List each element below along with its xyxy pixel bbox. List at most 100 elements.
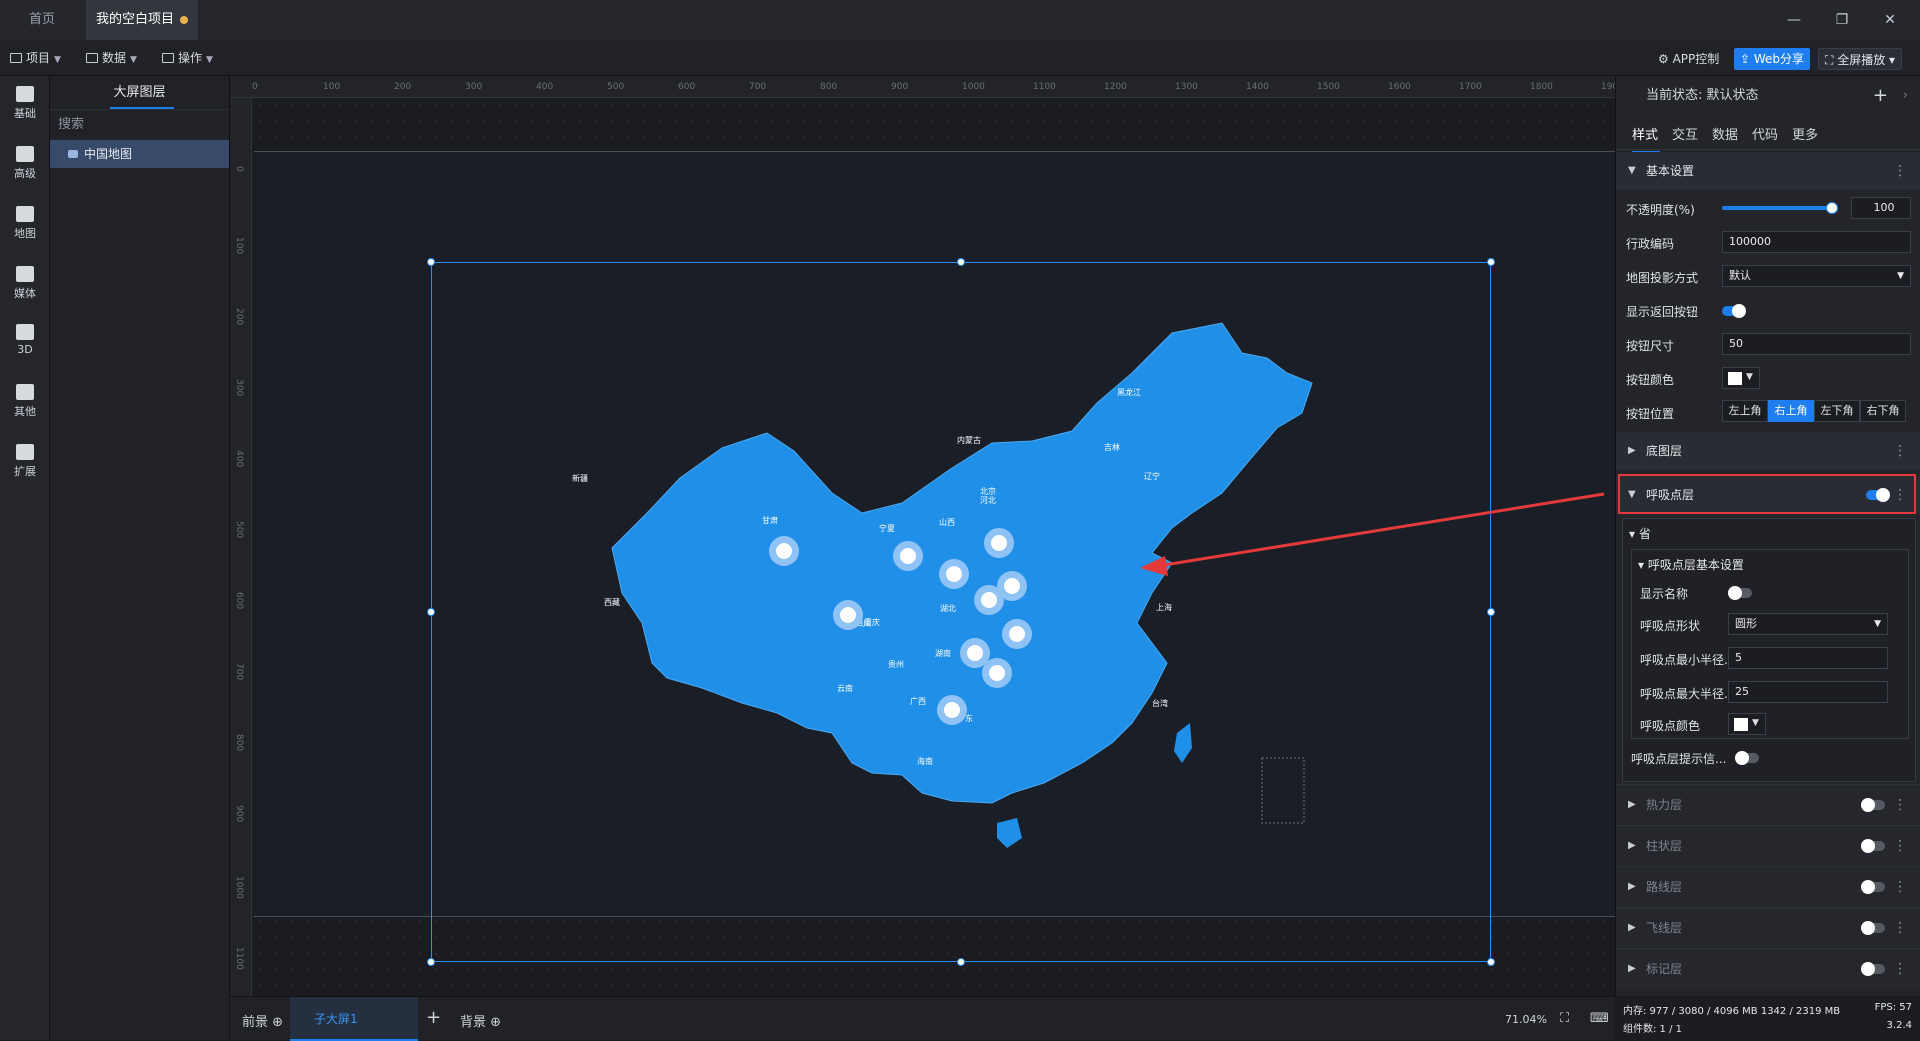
pos-top-right[interactable]: 右上角: [1768, 400, 1814, 422]
layer-toggle[interactable]: [1861, 798, 1885, 812]
min-radius-input[interactable]: 5: [1728, 647, 1888, 669]
layer-section[interactable]: ▶ 飞线层 ⋮: [1616, 907, 1920, 947]
tab-more[interactable]: 更多: [1792, 124, 1818, 143]
pos-top-left[interactable]: 左上角: [1722, 400, 1768, 422]
pos-bottom-right[interactable]: 右下角: [1860, 400, 1906, 422]
layer-toggle[interactable]: [1861, 880, 1885, 894]
nav-media[interactable]: 媒体: [0, 266, 50, 301]
tab-interaction[interactable]: 交互: [1672, 124, 1698, 143]
layer-section[interactable]: ▶ 柱状层 ⋮: [1616, 825, 1920, 865]
tab-code[interactable]: 代码: [1752, 124, 1778, 143]
menu-ops[interactable]: 操作 ▼: [162, 48, 213, 68]
more-icon[interactable]: ⋮: [1893, 152, 1907, 190]
add-circle-icon[interactable]: ⊕: [272, 1015, 283, 1030]
more-icon[interactable]: ⋮: [1893, 908, 1907, 948]
province-label: 辽宁: [1144, 471, 1160, 481]
nav-extend[interactable]: 扩展: [0, 444, 50, 479]
province-label: 西藏: [604, 597, 620, 607]
breath-point[interactable]: [981, 592, 997, 608]
tooltip-toggle[interactable]: [1735, 751, 1759, 765]
button-size-input[interactable]: 50: [1722, 333, 1911, 355]
breath-point[interactable]: [989, 665, 1005, 681]
breath-basic-header[interactable]: ▾ 呼吸点层基本设置: [1638, 556, 1744, 573]
layer-section[interactable]: ▶ 热力层 ⋮: [1616, 784, 1920, 824]
more-icon[interactable]: ⋮: [1893, 432, 1907, 470]
menu-project[interactable]: 项目 ▼: [10, 48, 61, 68]
chevron-down-icon: ▼: [54, 55, 61, 65]
add-screen-button[interactable]: +: [426, 1007, 441, 1028]
menu-data[interactable]: 数据 ▼: [86, 48, 137, 68]
ruler-tick: 100: [234, 237, 244, 255]
breath-point[interactable]: [967, 645, 983, 661]
add-state-icon[interactable]: +: [1873, 76, 1888, 116]
layer-section[interactable]: ▶ 标记层 ⋮: [1616, 948, 1920, 988]
fit-screen-icon[interactable]: ⛶: [1560, 1011, 1569, 1026]
back-button-toggle[interactable]: [1722, 304, 1746, 318]
web-share-button[interactable]: ⇪ Web分享: [1734, 48, 1811, 70]
breath-point[interactable]: [776, 543, 792, 559]
opacity-input[interactable]: 100: [1851, 197, 1911, 219]
show-name-toggle[interactable]: [1728, 586, 1752, 600]
ruler-tick: 0: [252, 82, 258, 92]
app-control-button[interactable]: ⚙ APP控制: [1652, 48, 1725, 70]
screen-tab-active[interactable]: 子大屏1: [290, 997, 418, 1041]
breath-point[interactable]: [991, 535, 1007, 551]
layer-search-input[interactable]: 搜索: [50, 110, 229, 140]
background-tab[interactable]: 背景 ⊕: [460, 1011, 501, 1030]
nav-3d[interactable]: 3D: [0, 324, 50, 356]
layer-toggle[interactable]: [1861, 839, 1885, 853]
tab-home[interactable]: 首页: [0, 0, 84, 40]
section-basic[interactable]: ▼ 基本设置 ⋮: [1616, 152, 1920, 190]
projection-select[interactable]: 默认 ▼: [1722, 265, 1911, 287]
breath-color-picker[interactable]: ▼: [1728, 713, 1766, 735]
keyboard-icon[interactable]: ⌨: [1590, 1011, 1609, 1026]
breath-point[interactable]: [840, 607, 856, 623]
breath-point[interactable]: [944, 702, 960, 718]
layer-panel-title[interactable]: 大屏图层: [50, 76, 229, 110]
more-icon[interactable]: ⋮: [1893, 785, 1907, 825]
minimize-icon[interactable]: —: [1782, 10, 1806, 30]
breath-point[interactable]: [946, 566, 962, 582]
nav-basic[interactable]: 基础: [0, 86, 50, 121]
ruler-tick: 1000: [234, 876, 244, 899]
breath-point[interactable]: [1004, 578, 1020, 594]
tab-data[interactable]: 数据: [1712, 124, 1738, 143]
layer-toggle[interactable]: [1861, 921, 1885, 935]
button-color-picker[interactable]: ▼: [1722, 367, 1760, 389]
editor-canvas[interactable]: 0 100 200 300 400 500 600 700 800 900 1000 1100 1200…: [230, 76, 1624, 996]
shape-select[interactable]: 圆形 ▼: [1728, 613, 1888, 635]
memory-status: 内存: 977 / 3080 / 4096 MB 1342 / 2319 MB: [1623, 1006, 1841, 1017]
nav-other[interactable]: 其他: [0, 384, 50, 419]
breath-basic-group: ▾ 呼吸点层基本设置 显示名称 呼吸点形状 圆形 ▼ 呼吸点最小半径... 5 呼吸点…: [1631, 549, 1909, 739]
layer-toggle[interactable]: [1861, 962, 1885, 976]
section-base-layer[interactable]: ▶ 底图层 ⋮: [1616, 432, 1920, 470]
breath-point[interactable]: [1009, 626, 1025, 642]
layer-section[interactable]: ▶ 路线层 ⋮: [1616, 866, 1920, 906]
pos-bottom-left[interactable]: 左下角: [1814, 400, 1860, 422]
tab-style[interactable]: 样式: [1632, 124, 1661, 153]
restore-icon[interactable]: ❐: [1830, 10, 1854, 30]
tab-project[interactable]: 我的空白项目: [86, 0, 198, 40]
opacity-slider[interactable]: [1722, 206, 1832, 210]
nav-map[interactable]: 地图: [0, 206, 50, 241]
breath-point[interactable]: [900, 548, 916, 564]
more-icon[interactable]: ⋮: [1893, 949, 1907, 989]
province-header[interactable]: ▾ 省: [1629, 525, 1651, 542]
button-position-row: 按钮位置 左上角 右上角 左下角 右下角: [1626, 400, 1916, 426]
more-icon[interactable]: ⋮: [1893, 826, 1907, 866]
max-radius-input[interactable]: 25: [1728, 681, 1888, 703]
nav-advanced[interactable]: 高级: [0, 146, 50, 181]
close-icon[interactable]: ✕: [1878, 10, 1902, 30]
fullscreen-button[interactable]: ⛶ 全屏播放 ▾: [1818, 48, 1903, 70]
foreground-tab[interactable]: 前景 ⊕: [242, 1011, 283, 1030]
add-circle-icon[interactable]: ⊕: [490, 1015, 501, 1030]
slider-handle[interactable]: [1826, 202, 1838, 214]
layer-item-china-map[interactable]: 中国地图: [50, 140, 229, 168]
selection-box[interactable]: 新疆 西藏 内蒙古 黑龙江 吉林 辽宁 北京 河北 甘肃 宁夏 山西 四川 湖北 重庆 贵州 湖南 云南 广西 广东…: [427, 258, 1495, 966]
more-icon[interactable]: ⋮: [1893, 867, 1907, 907]
china-map[interactable]: 新疆西藏内蒙古黑龙江吉林辽宁北京河北甘肃宁夏山西四川湖北重庆贵州湖南云南广西广东…: [432, 263, 1492, 963]
chevron-right-icon[interactable]: ›: [1903, 76, 1908, 116]
region-code-input[interactable]: 100000: [1722, 231, 1911, 253]
layer-section-title: 飞线层: [1646, 921, 1683, 935]
zoom-level[interactable]: 71.04%: [1505, 1013, 1547, 1026]
